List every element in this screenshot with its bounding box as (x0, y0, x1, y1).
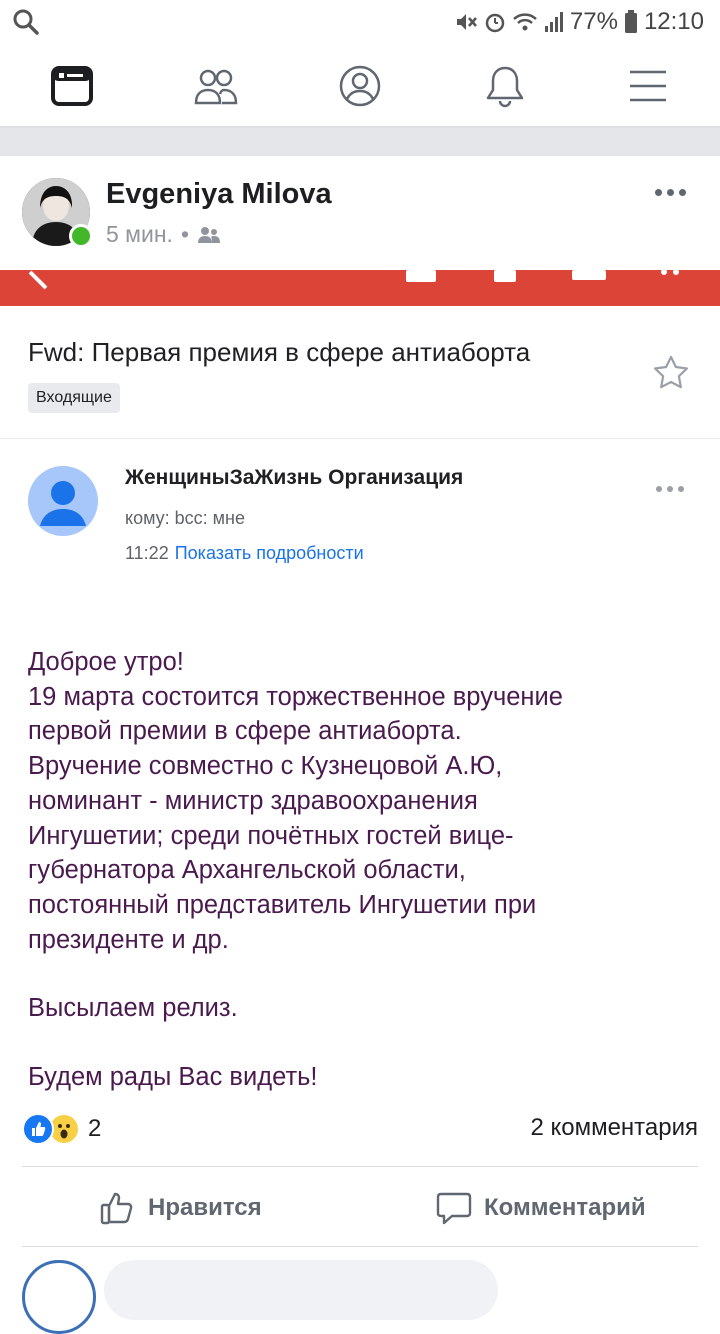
feed-separator (0, 128, 720, 156)
post-header (0, 156, 720, 270)
body-line: Вручение совместно с Кузнецовой А.Ю, (28, 752, 503, 781)
body-line: Ингушетии; среди почётных гостей вице- (28, 821, 514, 850)
author-name[interactable]: Evgeniya Milova (106, 178, 332, 211)
sender-avatar (28, 466, 98, 536)
wifi-icon (512, 11, 538, 33)
body-paragraph: Высылаем релиз. (28, 994, 238, 1023)
post-options-icon[interactable] (655, 182, 695, 202)
friends-icon (194, 69, 238, 105)
like-button[interactable]: Нравится (100, 1186, 262, 1230)
email-app-header (0, 270, 720, 306)
like-label: Нравится (148, 1194, 262, 1221)
body-line: постоянный представитель Ингушетии при (28, 890, 537, 919)
inbox-label-chip: Входящие (28, 383, 120, 413)
nav-notifications[interactable] (455, 46, 555, 126)
news-feed-icon (51, 66, 93, 106)
online-status-dot (69, 224, 93, 248)
sender-name: ЖенщиныЗаЖизнь Организация (125, 466, 464, 489)
comment-label: Комментарий (484, 1194, 646, 1221)
nav-friends[interactable] (166, 46, 266, 126)
email-time: 11:22 (125, 543, 169, 563)
body-line: Доброе утро! (28, 648, 184, 676)
meta-separator: • (180, 221, 189, 247)
email-subject: Fwd: Первая премия в сфере антиаборта (28, 337, 531, 367)
post-meta: 5 мин. • (106, 221, 221, 248)
hamburger-menu-icon (630, 70, 666, 102)
body-line: 19 марта состоится торжественное вручени… (28, 682, 563, 711)
commenter-avatar[interactable] (22, 1260, 96, 1334)
body-paragraph: Будем рады Вас видеть! (28, 1063, 318, 1092)
nav-menu[interactable] (598, 46, 698, 126)
status-indicators: 77% 12:10 (454, 8, 704, 36)
alarm-icon (484, 11, 506, 33)
thumbs-up-icon (100, 1192, 133, 1225)
signal-icon (544, 11, 564, 33)
profile-icon (339, 65, 381, 107)
comments-count[interactable]: 2 комментария (530, 1114, 698, 1142)
post-time[interactable]: 5 мин. (106, 221, 173, 248)
nav-profile[interactable] (310, 46, 410, 126)
friends-audience-icon (198, 226, 220, 243)
body-line: президенте и др. (28, 925, 229, 954)
clock: 12:10 (643, 8, 704, 35)
comment-icon (436, 1192, 472, 1225)
battery-percent: 77% (569, 8, 618, 35)
battery-icon (624, 10, 638, 34)
email-time-row: 11:22 Показать подробности (125, 543, 364, 564)
body-paragraph: Доброе утро! 19 марта состоится торжеств… (28, 645, 708, 957)
bell-icon (486, 66, 524, 108)
status-bar: 77% 12:10 (0, 0, 720, 46)
comment-button[interactable]: Комментарий (436, 1186, 646, 1230)
like-reaction-icon (22, 1113, 54, 1145)
top-nav (0, 46, 720, 128)
reactions-summary[interactable]: 2 (22, 1113, 101, 1145)
body-line: первой премии в сфере антиаборта. (28, 717, 462, 746)
email-body: Доброе утро! 19 марта состоится торжеств… (28, 645, 708, 1095)
reaction-count: 2 (88, 1115, 102, 1142)
body-line: губернатора Архангельской области, (28, 856, 466, 885)
recipient-line: кому: bcc: мне (125, 508, 246, 528)
body-line: номинант - министр здравоохранения (28, 786, 478, 815)
search-icon[interactable] (12, 8, 40, 36)
star-icon (652, 354, 690, 392)
show-details-link: Показать подробности (174, 543, 364, 563)
mute-icon (454, 11, 478, 33)
divider (22, 1246, 698, 1247)
divider (22, 1166, 698, 1167)
comment-preview-bubble[interactable] (104, 1260, 498, 1320)
nav-news-feed[interactable] (22, 46, 122, 126)
divider (0, 438, 720, 439)
email-options-icon (656, 485, 688, 493)
